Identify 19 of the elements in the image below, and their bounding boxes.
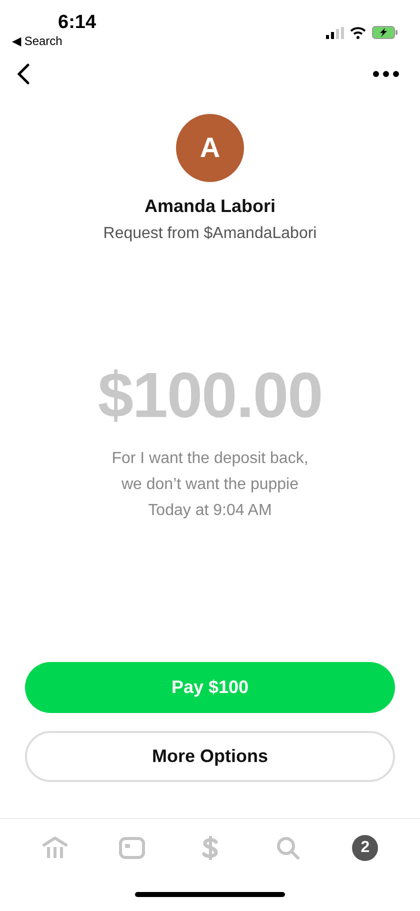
request-subtitle: Request from $AmandaLabori	[103, 225, 317, 243]
battery-icon	[372, 26, 398, 39]
dollar-icon[interactable]	[200, 835, 219, 861]
signal-icon	[326, 26, 344, 38]
search-icon[interactable]	[276, 836, 300, 860]
note-line: Today at 9:04 AM	[148, 502, 272, 520]
back-to-search-link[interactable]: ◀ Search	[12, 34, 62, 48]
activity-badge[interactable]: 2	[352, 835, 378, 861]
back-icon[interactable]	[16, 63, 30, 85]
wifi-icon	[350, 26, 366, 38]
more-options-button[interactable]: More Options	[25, 731, 395, 782]
note-line: we don’t want the puppie	[121, 476, 298, 494]
bank-icon[interactable]	[42, 836, 68, 860]
contact-name: Amanda Labori	[144, 196, 276, 217]
status-time: 6:14	[58, 12, 96, 34]
card-icon[interactable]	[119, 837, 146, 859]
note-line: For I want the deposit back,	[112, 450, 308, 468]
avatar: A	[176, 114, 244, 182]
more-icon[interactable]	[373, 71, 399, 77]
